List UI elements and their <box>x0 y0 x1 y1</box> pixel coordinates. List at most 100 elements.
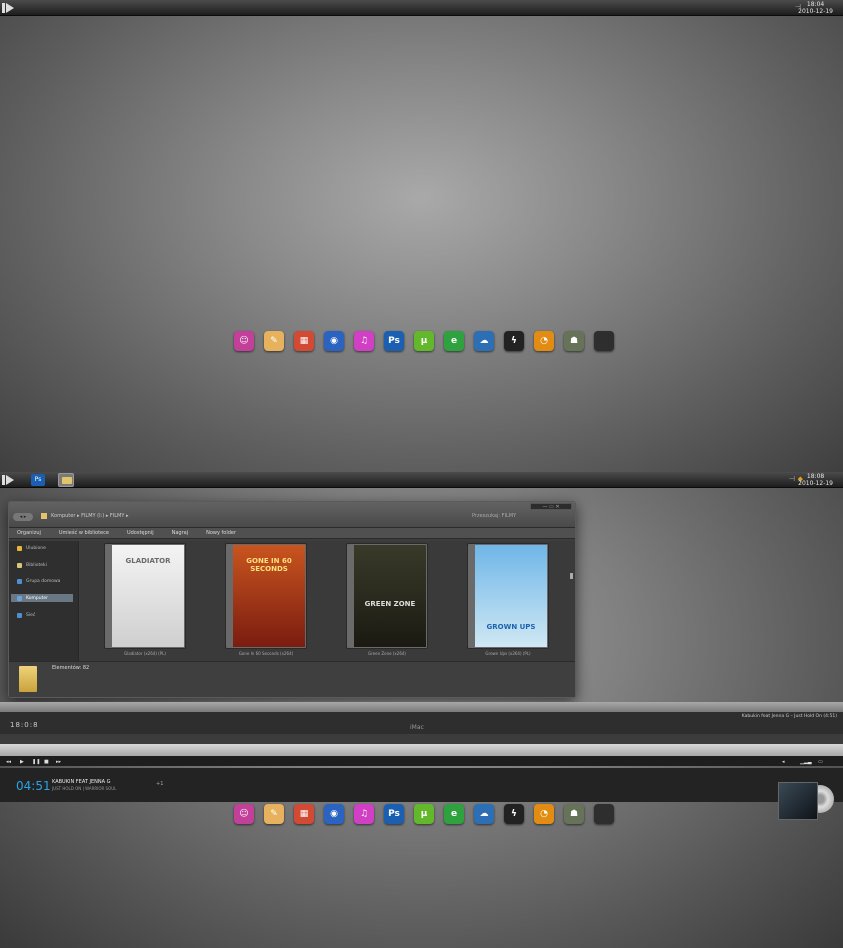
elapsed-time: 04:51 <box>16 779 51 793</box>
file-item[interactable]: GROWN UPS Grown Ups (x264) (PL) <box>467 543 549 656</box>
fullscreen-button[interactable]: ▭ <box>818 759 823 765</box>
itunes-icon[interactable]: ♫ <box>354 331 374 351</box>
file-item[interactable]: GONE IN 60 SECONDS Gone In 60 Seconds (x2… <box>225 543 307 656</box>
cover-title: GREEN ZONE <box>364 600 416 608</box>
network-icon <box>17 613 22 618</box>
photos-icon[interactable]: ▦ <box>294 331 314 351</box>
toolbar-button[interactable]: Organizuj <box>17 530 41 536</box>
explorer-window: ◂ ▸ Komputer ▸ FILMY (I:) ▸ FILMY ▸ Prze… <box>8 501 576 698</box>
pause-button[interactable]: ❚❚ <box>32 759 40 765</box>
sidebar-item-label: Sieć <box>26 613 36 618</box>
address-bar[interactable]: Komputer ▸ FILMY (I:) ▸ FILMY ▸ <box>51 513 129 519</box>
mute-icon[interactable]: ◂ <box>782 759 785 765</box>
browser-icon[interactable]: e <box>444 331 464 351</box>
itunes-icon[interactable]: ♫ <box>354 804 374 824</box>
game-icon[interactable]: ☗ <box>564 331 584 351</box>
sidebar-item-ulubione[interactable]: Ulubione <box>17 546 46 551</box>
firefox-icon[interactable]: ◉ <box>324 331 344 351</box>
taskbar-folder-icon[interactable] <box>58 473 74 487</box>
utorrent-icon[interactable]: µ <box>414 804 434 824</box>
window-buttons[interactable]: — ▭ ✕ <box>530 503 572 510</box>
file-name: Green Zone (x264) <box>368 651 406 656</box>
scrollbar[interactable] <box>570 573 573 579</box>
cover-title: GLADIATOR <box>125 557 171 565</box>
movie-cover: GREEN ZONE <box>354 545 426 647</box>
clock[interactable]: 18:04 2010-12-19 <box>798 1 833 15</box>
search-input[interactable]: Przeszukaj: FILMY <box>472 513 516 519</box>
cover-title: GROWN UPS <box>486 623 536 631</box>
dock: ☺ ✎ ▦ ◉ ♫ Ps µ e ☁ ϟ ◔ ☗ <box>234 804 614 824</box>
rss-icon[interactable]: ◔ <box>534 331 554 351</box>
top-bar: ⊣ 18:04 2010-12-19 <box>0 0 843 16</box>
winamp-icon[interactable]: ϟ <box>504 331 524 351</box>
file-item[interactable]: GLADIATOR Gladiator (x264) (PL) <box>104 543 186 656</box>
sidebar-item-grupa-domowa[interactable]: Grupa domowa <box>17 579 60 584</box>
player-time: 18:0:8 <box>10 721 39 729</box>
toolbar-button[interactable]: Umieść w bibliotece <box>59 530 109 536</box>
photos-icon[interactable]: ▦ <box>294 804 314 824</box>
sidebar-item-komputer[interactable]: Komputer <box>11 594 73 602</box>
star-icon <box>17 546 22 551</box>
sidebar-item-label: Grupa domowa <box>26 579 61 584</box>
player-header <box>0 702 843 712</box>
start-button[interactable] <box>2 474 16 486</box>
rss-icon[interactable]: ◔ <box>534 804 554 824</box>
start-button[interactable] <box>2 2 16 14</box>
blank-icon[interactable] <box>594 804 614 824</box>
controls-bar <box>0 756 843 766</box>
messenger-icon[interactable]: ☺ <box>234 331 254 351</box>
next-button[interactable]: ▸▸ <box>56 759 61 765</box>
winamp-icon[interactable]: ϟ <box>504 804 524 824</box>
sidebar-item-label: Ulubione <box>26 546 46 551</box>
notepad-icon[interactable]: ✎ <box>264 331 284 351</box>
chat-icon[interactable]: ☁ <box>474 804 494 824</box>
explorer-titlebar: ◂ ▸ Komputer ▸ FILMY (I:) ▸ FILMY ▸ Prze… <box>9 502 575 528</box>
cover-title: GONE IN 60 SECONDS <box>246 557 292 573</box>
album-name: JUST HOLD ON | WARRIOR SOUL <box>52 786 117 791</box>
chat-icon[interactable]: ☁ <box>474 331 494 351</box>
speaker-icon[interactable]: ⊣ <box>789 475 795 483</box>
file-name: Gone In 60 Seconds (x264) <box>238 651 294 656</box>
utorrent-icon[interactable]: µ <box>414 331 434 351</box>
toolbar-button[interactable]: Udostępnij <box>127 530 154 536</box>
firefox-icon[interactable]: ◉ <box>324 804 344 824</box>
clock-date: 2010-12-19 <box>798 8 833 15</box>
sidebar-item-label: Komputer <box>26 595 48 601</box>
movie-cover: GONE IN 60 SECONDS <box>233 545 305 647</box>
track-title: Kabukin feat Jenna G – Just Hold On (4:5… <box>741 714 837 719</box>
taskbar-photoshop-icon[interactable]: Ps <box>31 474 45 486</box>
item-count: Elementów: 82 <box>52 665 90 671</box>
toolbar-button[interactable]: Nagraj <box>172 530 189 536</box>
volume-indicator: +1 <box>156 781 164 787</box>
sidebar-item-sieć[interactable]: Sieć <box>17 613 35 618</box>
seek-bar[interactable] <box>0 744 843 756</box>
movie-cover: GLADIATOR <box>112 545 184 647</box>
toolbar-button[interactable]: Nowy folder <box>206 530 236 536</box>
back-forward-buttons[interactable]: ◂ ▸ <box>13 513 33 521</box>
clock-time: 18:08 <box>806 473 825 480</box>
top-bar: Ps ⊣ ◆ 18:08 2010-12-19 <box>0 472 843 488</box>
stop-button[interactable]: ■ <box>44 759 49 765</box>
game-icon[interactable]: ☗ <box>564 804 584 824</box>
navigation-pane: Ulubione Biblioteki Grupa domowa Komputer Si… <box>9 541 79 661</box>
album-art[interactable] <box>778 782 818 820</box>
device-name: iMac <box>410 724 424 731</box>
blank-icon[interactable] <box>594 331 614 351</box>
explorer-toolbar: Organizuj Umieść w bibliotece Udostępnij Na… <box>9 528 575 539</box>
file-item[interactable]: GREEN ZONE Green Zone (x264) <box>346 543 428 656</box>
photoshop-icon[interactable]: Ps <box>384 331 404 351</box>
prev-button[interactable]: ◂◂ <box>6 759 11 765</box>
computer-icon <box>17 595 22 601</box>
clock-date: 2010-12-19 <box>798 480 833 487</box>
file-list: GLADIATOR Gladiator (x264) (PL) GONE IN 60… <box>80 541 575 661</box>
notepad-icon[interactable]: ✎ <box>264 804 284 824</box>
dock: ☺ ✎ ▦ ◉ ♫ Ps µ e ☁ ϟ ◔ ☗ <box>234 331 614 351</box>
sidebar-item-biblioteki[interactable]: Biblioteki <box>17 563 47 568</box>
library-icon <box>17 563 22 568</box>
clock[interactable]: 18:08 2010-12-19 <box>798 473 833 487</box>
photoshop-icon[interactable]: Ps <box>384 804 404 824</box>
volume-slider[interactable]: ▁▂▃ <box>800 759 812 765</box>
play-button[interactable]: ▶ <box>20 759 24 765</box>
messenger-icon[interactable]: ☺ <box>234 804 254 824</box>
browser-icon[interactable]: e <box>444 804 464 824</box>
